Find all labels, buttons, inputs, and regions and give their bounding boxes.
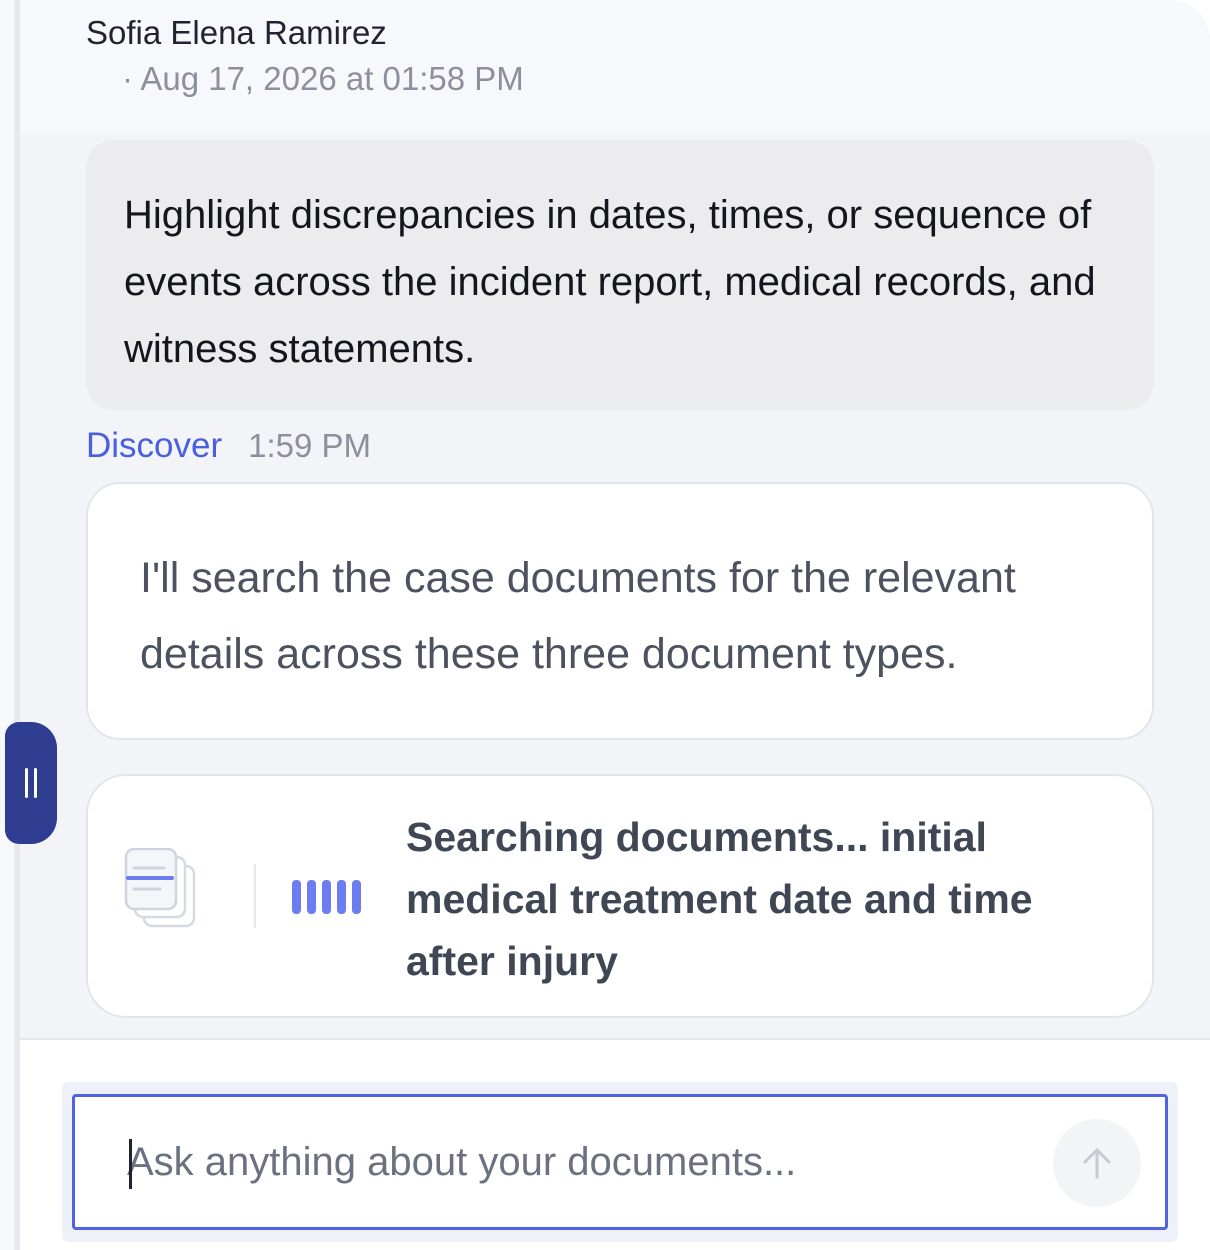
progress-bars-icon — [292, 880, 361, 914]
documents-icon — [124, 848, 196, 928]
search-status-card: Searching documents... initial medical t… — [86, 774, 1154, 1018]
assistant-meta: Discover 1:59 PM — [86, 424, 371, 468]
assistant-timestamp: 1:59 PM — [248, 427, 372, 464]
send-button[interactable] — [1053, 1119, 1141, 1207]
user-message-bubble: Highlight discrepancies in dates, times,… — [86, 140, 1154, 410]
assistant-name: Discover — [86, 426, 223, 465]
card-divider — [254, 864, 256, 928]
composer-area — [20, 1040, 1210, 1250]
sender-timestamp: · Aug 17, 2026 at 01:58 PM — [122, 60, 524, 97]
message-header: Sofia Elena Ramirez · Aug 17, 2026 at 01… — [20, 0, 1210, 134]
assistant-message-bubble: I'll search the case documents for the r… — [86, 482, 1154, 740]
message-input[interactable] — [127, 1097, 1047, 1227]
arrow-up-icon — [1083, 1148, 1111, 1179]
sender-name: Sofia Elena Ramirez — [86, 14, 387, 51]
text-caret — [129, 1139, 132, 1189]
resize-handle[interactable] — [5, 722, 57, 844]
chat-panel: Sofia Elena Ramirez · Aug 17, 2026 at 01… — [0, 0, 1210, 1250]
composer — [72, 1094, 1168, 1230]
grip-icon — [25, 768, 37, 798]
conversation-area: Highlight discrepancies in dates, times,… — [20, 134, 1210, 1038]
search-status-text: Searching documents... initial medical t… — [406, 814, 1033, 984]
